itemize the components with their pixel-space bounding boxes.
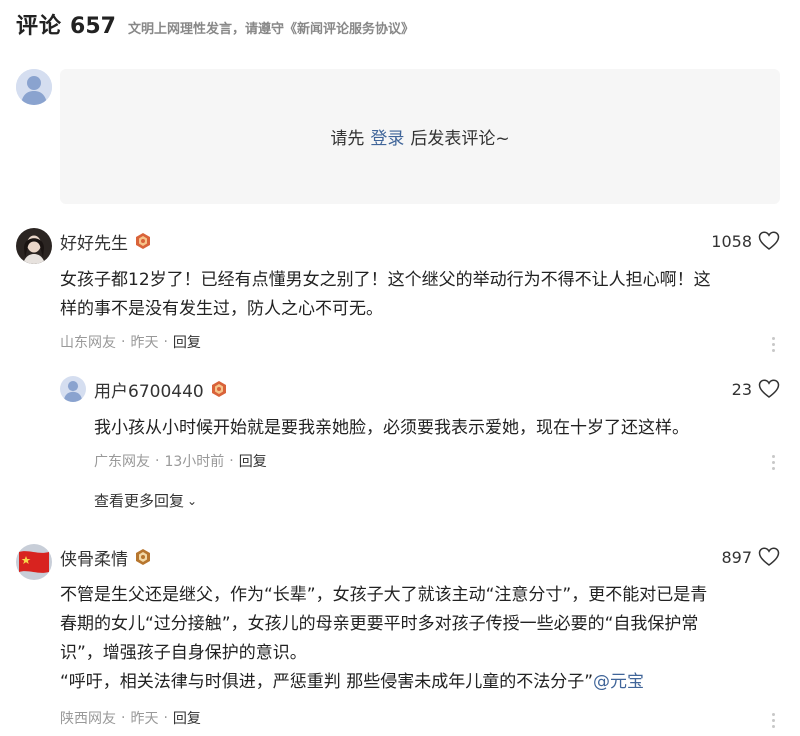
like-button[interactable]: 897 (721, 545, 780, 569)
user-photo-icon (16, 228, 52, 264)
like-count: 1058 (711, 231, 752, 251)
comment-quote-text: “呼吁，相关法律与时俱进，严惩重判 那些侵害未成年儿童的不法分子” (60, 672, 594, 692)
reply-button[interactable]: 回复 (239, 451, 267, 471)
meta-separator: · (155, 453, 160, 469)
like-button[interactable]: 23 (732, 377, 780, 401)
reply-author-row: 用户6700440 (94, 377, 228, 402)
comment-text: 不管是生父还是继父，作为“长辈”，女孩子大了就该主动“注意分寸”，更不能对已是青… (60, 581, 780, 697)
comment-author-row: 好好先生 (60, 229, 152, 254)
avatar[interactable] (60, 376, 86, 402)
comment-author-row: 侠骨柔情 (60, 545, 152, 570)
reply-meta: 广东网友 · 13小时前 · 回复 (94, 451, 267, 471)
default-user-icon (16, 69, 52, 105)
flag-avatar-icon (16, 544, 52, 580)
more-options-icon[interactable] (770, 710, 776, 730)
comments-count: 657 (70, 14, 116, 39)
comment-text-line: 不管是生父还是继父，作为“长辈”，女孩子大了就该主动“注意分寸”，更不能对已是青 (60, 585, 708, 605)
more-options-icon[interactable] (770, 452, 776, 472)
reply-author-name[interactable]: 用户6700440 (94, 377, 204, 402)
comments-header: 评论 657 文明上网理性发言，请遵守《新闻评论服务协议》 (16, 8, 414, 40)
login-prompt-box[interactable]: 请先 登录 后发表评论~ (60, 69, 780, 204)
current-user-avatar (16, 69, 52, 105)
comment-location: 陕西网友 (60, 711, 116, 727)
comment-author-name[interactable]: 好好先生 (60, 229, 128, 254)
login-link[interactable]: 登录 (370, 124, 404, 149)
avatar[interactable] (16, 544, 52, 580)
view-more-replies-label: 查看更多回复 (94, 492, 185, 510)
reply-time: 13小时前 (164, 454, 225, 470)
meta-separator: · (163, 710, 168, 726)
like-button[interactable]: 1058 (711, 229, 780, 253)
level-badge-icon (134, 548, 152, 566)
comment-notice[interactable]: 文明上网理性发言，请遵守《新闻评论服务协议》 (128, 18, 414, 37)
comment-text-line: 样的事不是没有发生过，防人之心不可无。 (60, 299, 383, 319)
comments-title: 评论 (16, 14, 63, 39)
default-user-icon (60, 376, 86, 402)
like-count: 897 (721, 547, 752, 567)
comment-meta: 陕西网友 · 昨天 · 回复 (60, 708, 201, 728)
meta-separator: · (121, 334, 126, 350)
reply-text: 我小孩从小时候开始就是要我亲她脸，必须要我表示爱她，现在十岁了还这样。 (94, 418, 689, 438)
comment-text: 女孩子都12岁了！已经有点懂男女之别了！这个继父的举动行为不得不让人担心啊！这 … (60, 266, 780, 324)
more-options-icon[interactable] (770, 334, 776, 354)
level-badge-icon (134, 232, 152, 250)
comment-time: 昨天 (130, 711, 159, 727)
mention-link[interactable]: @元宝 (593, 672, 644, 692)
comment-text-line: 春期的女儿“过分接触”，女孩儿的母亲更要平时多对孩子传授一些必要的“自我保护常 (60, 614, 699, 634)
like-count: 23 (731, 379, 752, 399)
heart-icon (758, 547, 780, 566)
view-more-replies-button[interactable]: 查看更多回复 ⌄ (94, 490, 197, 511)
login-prompt-before: 请先 (330, 129, 365, 149)
reply-location: 广东网友 (94, 454, 150, 470)
heart-icon (758, 379, 780, 398)
comment-text-line: 女孩子都12岁了！已经有点懂男女之别了！这个继父的举动行为不得不让人担心啊！这 (60, 270, 711, 290)
comment-author-name[interactable]: 侠骨柔情 (60, 545, 128, 570)
comment-location: 山东网友 (60, 335, 116, 351)
heart-icon (758, 231, 780, 250)
meta-separator: · (121, 710, 126, 726)
meta-separator: · (163, 334, 168, 350)
chevron-down-icon: ⌄ (187, 493, 198, 508)
meta-separator: · (229, 453, 234, 469)
comment-text-line: 识”，增强孩子自身保护的意识。 (60, 643, 307, 663)
login-prompt-after: 后发表评论~ (410, 129, 510, 149)
comment-meta: 山东网友 · 昨天 · 回复 (60, 332, 201, 352)
level-badge-icon (210, 380, 228, 398)
comment-time: 昨天 (130, 335, 159, 351)
comment-quote-line: “呼吁，相关法律与时俱进，严惩重判 那些侵害未成年儿童的不法分子”@元宝 (60, 668, 780, 697)
reply-button[interactable]: 回复 (173, 708, 201, 728)
avatar[interactable] (16, 228, 52, 264)
reply-button[interactable]: 回复 (173, 332, 201, 352)
